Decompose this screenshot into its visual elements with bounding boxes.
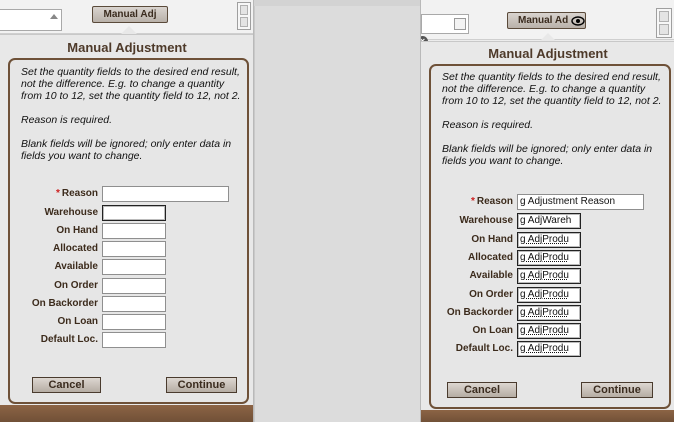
on-order-label: On Order xyxy=(469,289,513,300)
on-loan-row: On Loan g AdjProdu xyxy=(431,323,661,339)
available-row: Available g AdjProdu xyxy=(431,268,661,284)
instructions-text: Set the quantity fields to the desired e… xyxy=(442,71,663,179)
popup-bottom-bar xyxy=(0,405,253,422)
on-hand-label: On Hand xyxy=(56,225,98,236)
default-loc-input[interactable]: g AdjProdu xyxy=(517,341,581,357)
empty-gap xyxy=(254,0,420,422)
warehouse-input[interactable] xyxy=(102,205,166,221)
adjustment-form-panel: Set the quantity fields to the desired e… xyxy=(8,58,249,404)
on-hand-input[interactable] xyxy=(102,223,166,239)
warehouse-input[interactable]: g AdjWareh xyxy=(517,213,581,229)
allocated-label: Allocated xyxy=(467,252,513,263)
available-row: Available xyxy=(10,259,239,275)
instruction-paragraph: Blank fields will be ignored; only enter… xyxy=(442,143,653,167)
allocated-input[interactable]: g AdjProdu xyxy=(517,250,581,266)
right-list-field[interactable] xyxy=(421,14,469,34)
manual-adjustment-popup: Manual Adjustment Set the quantity field… xyxy=(0,34,253,422)
on-order-input[interactable]: g AdjProdu xyxy=(517,287,581,303)
required-marker: * xyxy=(470,196,475,207)
on-hand-row: On Hand g AdjProdu xyxy=(431,232,661,248)
eye-icon xyxy=(571,16,585,26)
on-backorder-input[interactable] xyxy=(102,296,166,312)
warehouse-label: Warehouse xyxy=(459,215,513,226)
right-panel: Manual Ad × Manual Adjustment Set the qu… xyxy=(420,0,674,422)
continue-button[interactable]: Continue xyxy=(166,377,237,393)
on-loan-value: g AdjProdu xyxy=(520,325,569,336)
on-order-value: g AdjProdu xyxy=(520,289,569,300)
right-vertical-scrollbar[interactable] xyxy=(656,8,672,38)
on-hand-input[interactable]: g AdjProdu xyxy=(517,232,581,248)
on-loan-label: On Loan xyxy=(472,325,513,336)
cancel-button[interactable]: Cancel xyxy=(447,382,517,398)
available-value: g AdjProdu xyxy=(520,270,569,281)
reason-input[interactable]: g Adjustment Reason xyxy=(517,194,644,210)
on-loan-input[interactable] xyxy=(102,314,166,330)
allocated-row: Allocated g AdjProdu xyxy=(431,250,661,266)
allocated-input[interactable] xyxy=(102,241,166,257)
reason-label: Reason xyxy=(61,188,98,199)
default-loc-row: Default Loc. xyxy=(10,332,239,348)
warehouse-row: Warehouse xyxy=(10,205,239,221)
instruction-paragraph: Reason is required. xyxy=(21,114,113,126)
on-order-label: On Order xyxy=(54,280,98,291)
default-loc-row: Default Loc. g AdjProdu xyxy=(431,341,661,357)
instruction-paragraph: Blank fields will be ignored; only enter… xyxy=(21,138,232,162)
available-input[interactable] xyxy=(102,259,166,275)
default-loc-value: g AdjProdu xyxy=(520,343,569,354)
default-loc-label: Default Loc. xyxy=(40,334,98,345)
on-backorder-input[interactable]: g AdjProdu xyxy=(517,305,581,321)
on-order-row: On Order xyxy=(10,278,239,294)
on-order-row: On Order g AdjProdu xyxy=(431,287,661,303)
adjustment-form-panel: Set the quantity fields to the desired e… xyxy=(429,64,671,409)
on-loan-input[interactable]: g AdjProdu xyxy=(517,323,581,339)
left-list-field[interactable] xyxy=(0,9,62,31)
on-hand-value: g AdjProdu xyxy=(520,234,569,245)
popup-bottom-bar xyxy=(421,410,674,422)
warehouse-label: Warehouse xyxy=(44,207,98,218)
scroll-up-arrow-icon[interactable] xyxy=(50,14,58,19)
on-backorder-label: On Backorder xyxy=(446,307,513,318)
instruction-paragraph: Set the quantity fields to the desired e… xyxy=(442,71,662,107)
popup-title: Manual Adjustment xyxy=(488,46,608,61)
allocated-row: Allocated xyxy=(10,241,239,257)
manual-adj-button[interactable]: Manual Ad xyxy=(507,12,586,29)
field-dropdown-icon[interactable] xyxy=(454,18,466,30)
allocated-value: g AdjProdu xyxy=(520,252,569,263)
instructions-text: Set the quantity fields to the desired e… xyxy=(21,66,241,174)
reason-label: Reason xyxy=(476,196,513,207)
on-backorder-row: On Backorder g AdjProdu xyxy=(431,305,661,321)
popup-pointer xyxy=(121,26,137,34)
on-backorder-label: On Backorder xyxy=(31,298,98,309)
manual-adj-button[interactable]: Manual Adj xyxy=(92,6,168,23)
required-marker: * xyxy=(55,188,60,199)
on-hand-label: On Hand xyxy=(471,234,513,245)
instruction-paragraph: Set the quantity fields to the desired e… xyxy=(21,66,241,102)
cancel-button[interactable]: Cancel xyxy=(32,377,101,393)
warehouse-row: Warehouse g AdjWareh xyxy=(431,213,661,229)
background-tab-strip xyxy=(254,0,420,6)
default-loc-input[interactable] xyxy=(102,332,166,348)
instruction-paragraph: Reason is required. xyxy=(442,119,534,131)
default-loc-label: Default Loc. xyxy=(455,343,513,354)
on-loan-row: On Loan xyxy=(10,314,239,330)
on-loan-label: On Loan xyxy=(57,316,98,327)
reason-row: * Reason xyxy=(10,186,239,202)
left-panel: Manual Adj Manual Adjustment Set the qua… xyxy=(0,0,254,422)
on-backorder-value: g AdjProdu xyxy=(520,307,569,318)
reason-input[interactable] xyxy=(102,186,229,202)
available-label: Available xyxy=(469,270,513,281)
manual-adj-button-label: Manual Ad xyxy=(518,15,569,26)
available-input[interactable]: g AdjProdu xyxy=(517,268,581,284)
left-vertical-scrollbar[interactable] xyxy=(237,2,251,30)
on-backorder-row: On Backorder xyxy=(10,296,239,312)
allocated-label: Allocated xyxy=(52,243,98,254)
popup-title: Manual Adjustment xyxy=(67,40,187,55)
reason-row: * Reason g Adjustment Reason xyxy=(431,194,661,210)
available-label: Available xyxy=(54,261,98,272)
continue-button[interactable]: Continue xyxy=(581,382,653,398)
on-order-input[interactable] xyxy=(102,278,166,294)
on-hand-row: On Hand xyxy=(10,223,239,239)
manual-adjustment-popup: Manual Adjustment Set the quantity field… xyxy=(421,41,674,422)
popup-pointer xyxy=(540,33,556,41)
